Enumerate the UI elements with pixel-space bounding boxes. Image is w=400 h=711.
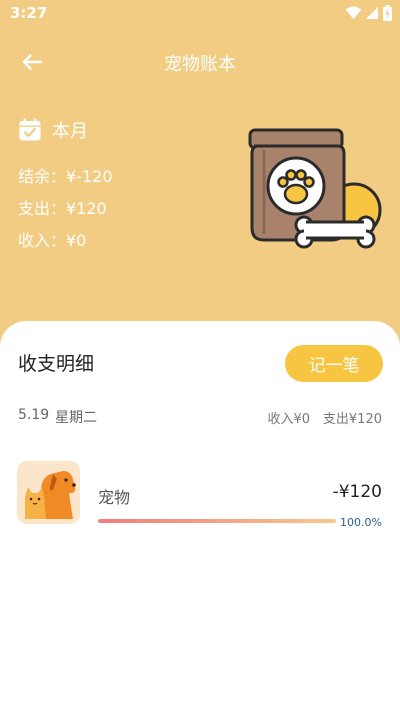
day-date: 5.19 [18,407,50,423]
category-share-bar [98,519,336,523]
day-expense: 支出¥120 [322,412,382,427]
day-income: 收入¥0 [267,412,310,427]
add-record-button[interactable]: 记一笔 [285,345,383,382]
signal-icon [366,7,378,19]
status-icons [345,4,392,22]
wifi-icon [345,6,362,19]
status-bar: 3:27 [0,0,400,26]
expense-text: 支出：¥120 [18,199,107,218]
battery-icon [383,5,392,21]
pet-food-illustration [244,124,384,264]
app-header: 宠物账本 [0,26,400,98]
day-weekday: 星期二 [55,410,97,426]
pet-food-bag-icon [248,128,382,249]
category-share-percent: 100.0% [340,516,382,529]
balance-text: 结余：¥-120 [18,167,113,186]
details-title: 收支明细 [18,353,95,375]
summary-lines: 结余：¥-120 支出：¥120 收入：¥0 [18,168,238,250]
calendar-icon [19,118,41,141]
category-share-fill [98,519,336,523]
page-title: 宠物账本 [164,54,236,75]
record-amount: -¥120 [332,482,382,502]
monthly-summary: 本月 结余：¥-120 支出：¥120 收入：¥0 [18,116,238,250]
income-text: 收入：¥0 [18,231,87,250]
period-selector[interactable]: 本月 [18,116,238,144]
day-summary-row: 5.19 星期二 收入¥0 支出¥120 [18,407,382,427]
dog-and-cat-icon [17,461,80,524]
details-sheet: 收支明细 记一笔 5.19 星期二 收入¥0 支出¥120 宠物 -¥120 1… [0,321,400,711]
record-item[interactable]: 宠物 -¥120 100.0% [16,460,384,529]
category-name: 宠物 [98,488,131,507]
period-label: 本月 [52,121,88,142]
status-time: 3:27 [10,4,48,22]
